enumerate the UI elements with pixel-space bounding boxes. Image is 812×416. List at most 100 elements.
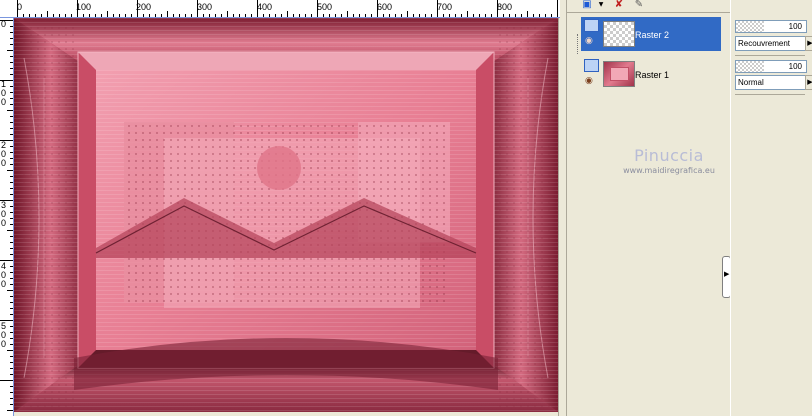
ruler-tick: [113, 14, 114, 17]
ruler-tick: [10, 308, 13, 309]
visibility-eye-icon[interactable]: ◉: [585, 36, 593, 46]
blend-mode-select-raster-1[interactable]: Normal ▶: [735, 75, 812, 90]
ruler-tick: [10, 314, 13, 315]
ruler-tick: [10, 164, 13, 165]
ruler-tick: [10, 44, 13, 45]
ruler-tick: [10, 176, 13, 177]
ruler-tick: [7, 170, 13, 171]
ruler-tick: [10, 404, 13, 405]
ruler-tick: [509, 14, 510, 17]
layer-name: Raster 2: [635, 30, 670, 40]
delete-layer-icon[interactable]: ✘: [611, 0, 627, 11]
ruler-label: 5 0 0: [1, 321, 7, 349]
ruler-tick: [173, 14, 174, 17]
opacity-checker: [736, 61, 764, 72]
layer-row-raster-1[interactable]: ◉ Raster 1: [581, 57, 721, 91]
ruler-tick: [143, 14, 144, 17]
ruler-tick: [10, 86, 13, 87]
ruler-tick: [245, 14, 246, 17]
ruler-tick: [0, 20, 13, 21]
ruler-tick: [221, 14, 222, 17]
dropdown-arrow-icon[interactable]: ▼: [593, 0, 609, 11]
ruler-tick: [10, 392, 13, 393]
ruler-tick: [425, 14, 426, 17]
layer-row-raster-2[interactable]: ◉ Raster 2: [581, 17, 721, 51]
ruler-tick: [473, 14, 474, 17]
ruler-tick: [10, 188, 13, 189]
ruler-tick: [155, 14, 156, 17]
ruler-tick: [101, 14, 102, 17]
layer-properties-icon[interactable]: ✎: [631, 0, 647, 11]
ruler-tick: [10, 56, 13, 57]
ruler-tick: [485, 14, 486, 17]
layer-thumbnail: [603, 21, 635, 47]
ruler-tick: [203, 14, 204, 17]
ruler-tick: [10, 62, 13, 63]
ruler-tick: [191, 14, 192, 17]
ruler-tick: [503, 14, 504, 17]
ruler-tick: [10, 212, 13, 213]
dropdown-arrow-icon[interactable]: ▶: [805, 75, 812, 90]
ruler-tick: [227, 11, 228, 17]
opacity-slider-raster-2[interactable]: 100: [735, 20, 807, 33]
ruler-tick: [131, 14, 132, 17]
ruler-tick: [197, 0, 198, 17]
ruler-tick: [10, 326, 13, 327]
ruler-tick: [257, 0, 258, 17]
ruler-tick: [305, 14, 306, 17]
ruler-label: 400: [257, 2, 273, 12]
ruler-tick: [17, 0, 18, 17]
visibility-eye-icon[interactable]: ◉: [585, 76, 593, 86]
ruler-tick: [329, 14, 330, 17]
blend-mode-select-raster-2[interactable]: Recouvrement ▶: [735, 36, 812, 51]
ruler-tick: [0, 80, 13, 81]
ruler-tick: [431, 14, 432, 17]
ruler-tick: [527, 11, 528, 17]
ruler-tick: [443, 14, 444, 17]
ruler-tick: [323, 14, 324, 17]
image-canvas[interactable]: [14, 18, 558, 412]
ruler-tick: [347, 11, 348, 17]
ruler-tick: [10, 128, 13, 129]
ruler-tick: [539, 14, 540, 17]
ruler-tick: [59, 14, 60, 17]
ruler-tick: [71, 14, 72, 17]
ruler-tick: [10, 374, 13, 375]
ruler-tick: [10, 356, 13, 357]
ruler-tick: [179, 14, 180, 17]
ruler-tick: [215, 14, 216, 17]
ruler-tick: [10, 242, 13, 243]
ruler-tick: [263, 14, 264, 17]
ruler-tick: [341, 14, 342, 17]
ruler-tick: [335, 14, 336, 17]
ruler-tick: [107, 11, 108, 17]
ruler-label: 3 0 0: [1, 200, 7, 228]
ruler-tick: [149, 14, 150, 17]
ruler-tick: [377, 0, 378, 17]
ruler-tick: [10, 338, 13, 339]
vertical-ruler: 0 1 0 0 2 0 0 3 0 0 4 0 0 5 0 0: [0, 18, 14, 416]
ruler-tick: [10, 266, 13, 267]
blend-mode-value: Recouvrement: [738, 39, 791, 48]
layers-toolbar: ▣ ▼ ✘ ✎: [567, 0, 731, 13]
ruler-tick: [389, 14, 390, 17]
dropdown-arrow-icon[interactable]: ▶: [805, 36, 812, 51]
row-separator: [735, 55, 805, 56]
ruler-tick: [10, 98, 13, 99]
ruler-tick: [10, 296, 13, 297]
layer-properties-column: 100 Recouvrement ▶ 100 Normal ▶: [730, 0, 812, 416]
ruler-label: 700: [437, 2, 453, 12]
layer-name: Raster 1: [635, 70, 670, 80]
ruler-tick: [10, 284, 13, 285]
ruler-tick: [10, 272, 13, 273]
ruler-tick: [419, 14, 420, 17]
ruler-tick: [365, 14, 366, 17]
ruler-tick: [10, 32, 13, 33]
ruler-tick: [293, 14, 294, 17]
ruler-tick: [10, 218, 13, 219]
ruler-tick: [359, 14, 360, 17]
ruler-tick: [95, 14, 96, 17]
ruler-tick: [137, 0, 138, 17]
opacity-checker: [736, 21, 764, 32]
opacity-slider-raster-1[interactable]: 100: [735, 60, 807, 73]
